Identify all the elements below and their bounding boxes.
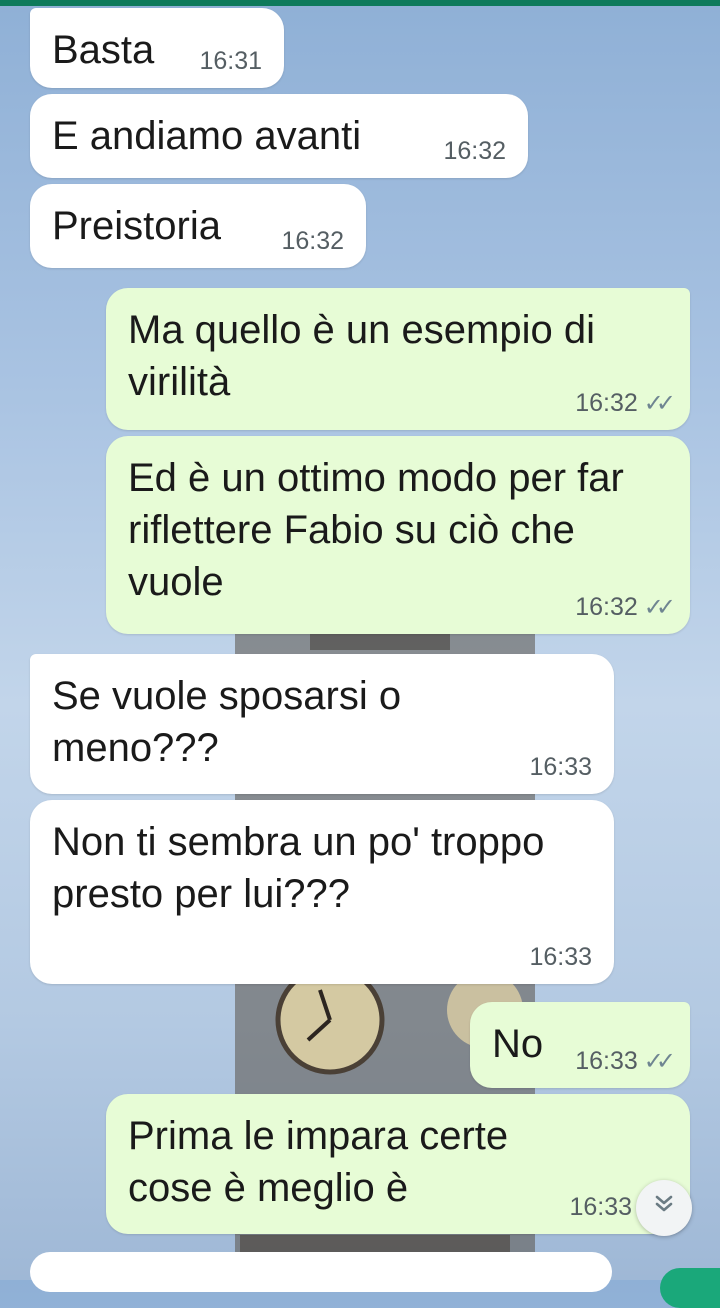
double-check-icon: ✓✓ <box>643 1048 676 1075</box>
message-text: E andiamo avanti <box>52 114 362 158</box>
message-time: 16:33 <box>529 943 592 971</box>
message-text: No <box>492 1022 544 1066</box>
message-text: Preistoria <box>52 204 221 248</box>
message-time: 16:33 ✓✓ <box>575 1047 676 1075</box>
message-text: Se vuole sposarsi o meno??? <box>52 674 402 770</box>
message-time: 16:32 <box>443 137 506 165</box>
message-text: Ma quello è un esempio di virilità <box>128 308 595 404</box>
message-outgoing[interactable]: No 16:33 ✓✓ <box>470 1002 690 1088</box>
double-check-icon: ✓✓ <box>643 390 676 417</box>
message-time: 16:32 <box>281 227 344 255</box>
message-outgoing[interactable]: Ed è un ottimo modo per far riflettere F… <box>106 436 690 634</box>
message-incoming-partial[interactable] <box>30 1252 612 1292</box>
compose-fab-partial[interactable] <box>660 1268 720 1308</box>
message-time: 16:32 ✓✓ <box>575 389 676 417</box>
chevron-double-down-icon <box>651 1191 677 1225</box>
message-text: Basta <box>52 28 155 72</box>
double-check-icon: ✓✓ <box>643 594 676 621</box>
message-text: Ed è un ottimo modo per far riflettere F… <box>128 456 624 604</box>
chat-area[interactable]: Basta 16:31 E andiamo avanti 16:32 Preis… <box>0 0 720 1292</box>
message-time: 16:33 <box>529 753 592 781</box>
message-time: 16:32 ✓✓ <box>575 593 676 621</box>
message-text: Non ti sembra un po' troppo presto per l… <box>52 820 545 916</box>
message-text: Prima le impara certe cose è meglio è <box>128 1114 509 1210</box>
message-incoming[interactable]: E andiamo avanti 16:32 <box>30 94 528 178</box>
message-time: 16:33 <box>569 1193 632 1221</box>
message-incoming[interactable]: Non ti sembra un po' troppo presto per l… <box>30 800 614 984</box>
message-incoming[interactable]: Basta 16:31 <box>30 8 284 88</box>
message-incoming[interactable]: Se vuole sposarsi o meno??? 16:33 <box>30 654 614 794</box>
message-incoming[interactable]: Preistoria 16:32 <box>30 184 366 268</box>
message-outgoing[interactable]: Prima le impara certe cose è meglio è 16… <box>106 1094 690 1234</box>
message-time: 16:31 <box>199 47 262 75</box>
message-outgoing[interactable]: Ma quello è un esempio di virilità 16:32… <box>106 288 690 430</box>
scroll-to-bottom-button[interactable] <box>636 1180 692 1236</box>
